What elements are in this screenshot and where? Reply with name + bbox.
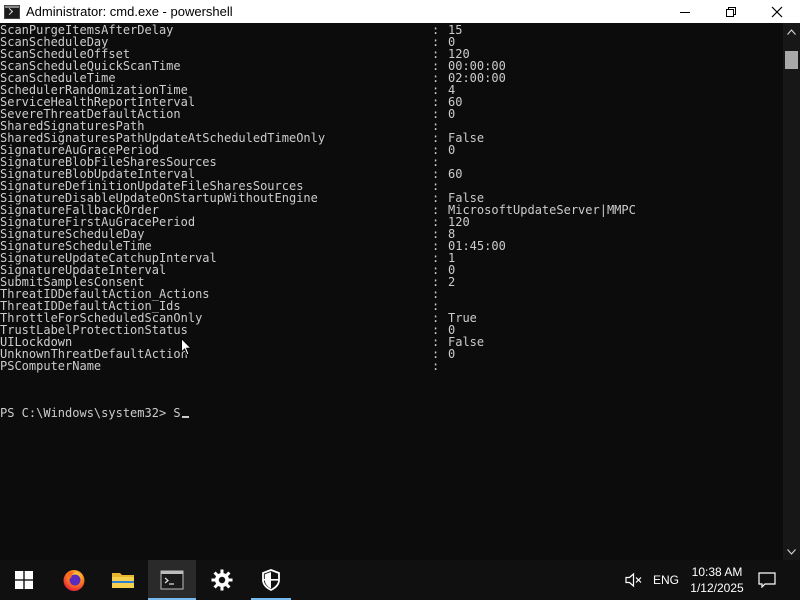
cmd-app-icon[interactable] [4, 4, 20, 19]
notification-icon [758, 572, 776, 588]
property-value: 2 [448, 275, 456, 289]
chevron-down-icon [787, 548, 796, 555]
clock-time: 10:38 AM [691, 565, 743, 579]
property-value: 0 [448, 347, 456, 361]
restore-icon [726, 6, 736, 17]
taskbar: ENG 10:38 AM 1/12/2025 [0, 560, 800, 600]
command-prompt[interactable]: PS C:\Windows\system32> S [0, 407, 189, 419]
file-explorer-button[interactable] [99, 560, 147, 600]
scroll-thumb[interactable] [785, 51, 798, 69]
security-button[interactable] [247, 560, 295, 600]
property-separator: : [432, 359, 440, 373]
firefox-icon [63, 570, 85, 591]
clock-date: 1/12/2025 [690, 581, 744, 595]
property-value: 01:45:00 [448, 239, 506, 253]
console-output[interactable]: ScanPurgeItemsAfterDelay:15 ScanScheduleD… [0, 23, 783, 560]
chevron-up-icon [787, 28, 796, 35]
prompt-text: PS C:\Windows\system32> S [0, 406, 181, 420]
window-title: Administrator: cmd.exe - powershell [26, 4, 233, 19]
property-name: PSComputerName [0, 359, 102, 373]
text-cursor [181, 416, 189, 418]
property-value: MicrosoftUpdateServer|MMPC [448, 203, 636, 217]
close-icon [771, 6, 783, 17]
terminal-icon [160, 570, 184, 590]
window-controls [662, 0, 800, 23]
property-value: 0 [448, 107, 456, 121]
shield-icon [262, 569, 280, 591]
cmd-button[interactable] [148, 560, 196, 600]
start-button[interactable] [0, 560, 48, 600]
property-value: 02:00:00 [448, 71, 506, 85]
property-value: 60 [448, 167, 463, 181]
folder-icon [112, 573, 134, 588]
scroll-down-button[interactable] [783, 543, 800, 560]
language-indicator[interactable]: ENG [653, 573, 679, 587]
property-value: 0 [448, 143, 456, 157]
minimize-icon [680, 11, 690, 13]
close-button[interactable] [754, 0, 800, 23]
volume-muted-icon [625, 572, 642, 588]
minimize-button[interactable] [662, 0, 708, 23]
volume-button[interactable] [622, 560, 646, 600]
scroll-up-button[interactable] [783, 23, 800, 40]
gear-icon [211, 569, 233, 591]
vertical-scrollbar[interactable] [783, 23, 800, 560]
windows-logo-icon [15, 571, 33, 589]
firefox-button[interactable] [50, 560, 98, 600]
settings-button[interactable] [198, 560, 246, 600]
maximize-button[interactable] [708, 0, 754, 23]
notification-button[interactable] [752, 560, 782, 600]
clock[interactable]: 10:38 AM 1/12/2025 [684, 564, 750, 596]
mouse-pointer-icon [181, 337, 193, 361]
title-bar[interactable]: Administrator: cmd.exe - powershell [0, 0, 800, 23]
